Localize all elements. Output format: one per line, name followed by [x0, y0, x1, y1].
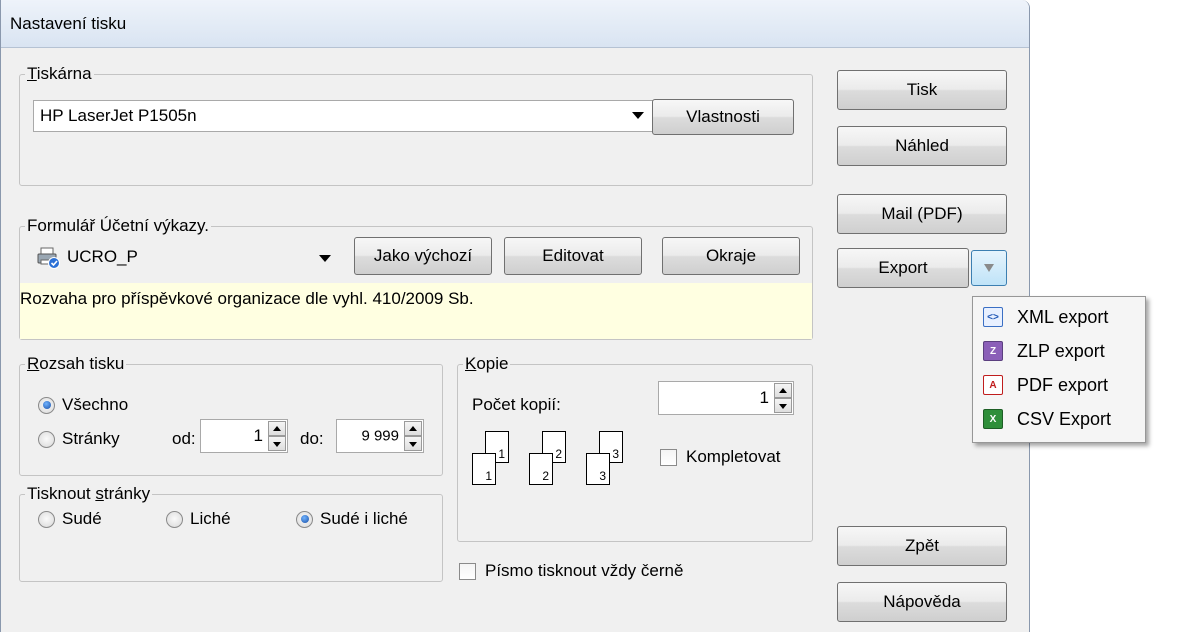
chevron-down-icon[interactable] [319, 255, 331, 262]
range-to-value: 9 999 [361, 427, 399, 445]
export-menu: <> XML export Z ZLP export A PDF export … [972, 296, 1146, 443]
spin-up-icon[interactable] [268, 421, 286, 436]
black-font-checkbox[interactable] [459, 563, 476, 580]
range-to-label: do: [300, 429, 324, 448]
pages-both-radio[interactable]: Sudé i liché [296, 509, 408, 529]
print-range-group: Rozsah tisku Všechno Stránky od: 1 do: 9… [19, 354, 443, 476]
spin-down-icon[interactable] [404, 436, 422, 451]
pages-both-label: Sudé i liché [320, 509, 408, 528]
range-to-stepper[interactable]: 9 999 [336, 419, 424, 453]
range-all-radio[interactable]: Všechno [38, 395, 128, 415]
printer-group: Tiskárna HP LaserJet P1505n Vlastnosti [19, 64, 813, 186]
range-pages-label: Stránky [62, 429, 120, 448]
menu-item-label: ZLP export [1017, 340, 1105, 361]
menu-item-pdf-export[interactable]: A PDF export [973, 368, 1145, 402]
export-dropdown-button[interactable] [971, 250, 1007, 286]
print-settings-dialog: Nastavení tisku Tiskárna HP LaserJet P15… [0, 0, 1030, 632]
triangle-down-icon [984, 264, 994, 272]
range-from-stepper[interactable]: 1 [200, 419, 288, 453]
black-font-label: Písmo tisknout vždy černě [485, 561, 684, 580]
collate-label: Kompletovat [686, 447, 781, 466]
radio-unchecked-icon[interactable] [166, 510, 183, 528]
xml-file-icon: <> [983, 307, 1003, 327]
pages-odd-label: Liché [190, 509, 231, 528]
form-description: Rozvaha pro příspěvkové organizace dle v… [20, 283, 812, 339]
form-select[interactable]: UCRO_P [33, 243, 333, 273]
radio-unchecked-icon[interactable] [38, 510, 55, 528]
printer-select-value: HP LaserJet P1505n [40, 106, 197, 125]
print-range-legend: Rozsah tisku [25, 354, 127, 374]
csv-file-icon: X [983, 409, 1003, 429]
window-title: Nastavení tisku [10, 14, 127, 33]
radio-checked-icon[interactable] [38, 396, 55, 414]
printer-form-icon [37, 247, 61, 269]
menu-item-label: PDF export [1017, 374, 1109, 395]
chevron-down-icon[interactable] [632, 112, 644, 119]
copies-legend: Kopie [463, 354, 511, 374]
page-front: 3 [586, 453, 610, 485]
spin-up-icon[interactable] [404, 421, 422, 436]
collate-illustration: 1 1 2 2 3 3 [472, 431, 642, 507]
copies-group: Kopie Počet kopií: 1 1 1 2 2 3 3 Komplet… [457, 354, 813, 542]
printer-properties-button[interactable]: Vlastnosti [652, 99, 794, 135]
copies-count-stepper[interactable]: 1 [658, 381, 794, 415]
form-select-value: UCRO_P [67, 247, 138, 266]
form-group: Formulář Účetní výkazy. UCRO_P Jako vých… [19, 216, 813, 340]
print-pages-legend: Tisknout stránky [25, 484, 153, 504]
form-group-legend: Formulář Účetní výkazy. [25, 216, 212, 236]
page-front: 2 [529, 453, 553, 485]
menu-item-xml-export[interactable]: <> XML export [973, 300, 1145, 334]
edit-form-button[interactable]: Editovat [504, 237, 642, 275]
mail-pdf-button[interactable]: Mail (PDF) [837, 194, 1007, 234]
help-button[interactable]: Nápověda [837, 582, 1007, 622]
pages-even-radio[interactable]: Sudé [38, 509, 102, 529]
menu-item-label: XML export [1017, 306, 1109, 327]
zlp-file-icon: Z [983, 341, 1003, 361]
set-default-button[interactable]: Jako výchozí [354, 237, 492, 275]
pages-odd-radio[interactable]: Liché [166, 509, 231, 529]
print-pages-group: Tisknout stránky Sudé Liché Sudé i liché [19, 484, 443, 582]
pdf-file-icon: A [983, 375, 1003, 395]
export-button[interactable]: Export [837, 248, 969, 288]
collate-checkbox[interactable] [660, 449, 677, 466]
title-bar: Nastavení tisku [1, 0, 1029, 48]
form-description-text: Rozvaha pro příspěvkové organizace dle v… [20, 289, 474, 308]
menu-item-zlp-export[interactable]: Z ZLP export [973, 334, 1145, 368]
range-from-value: 1 [253, 426, 263, 445]
margins-button[interactable]: Okraje [662, 237, 800, 275]
back-button[interactable]: Zpět [837, 526, 1007, 566]
range-from-label: od: [172, 429, 196, 448]
spin-down-icon[interactable] [268, 436, 286, 451]
range-pages-radio[interactable]: Stránky [38, 429, 120, 449]
printer-select[interactable]: HP LaserJet P1505n [33, 100, 655, 132]
spin-down-icon[interactable] [774, 398, 792, 413]
menu-item-label: CSV Export [1017, 408, 1112, 429]
preview-button[interactable]: Náhled [837, 126, 1007, 166]
radio-checked-icon[interactable] [296, 510, 313, 528]
copies-count-value: 1 [759, 388, 769, 407]
page-front: 1 [472, 453, 496, 485]
pages-even-label: Sudé [62, 509, 102, 528]
menu-item-csv-export[interactable]: X CSV Export [973, 402, 1145, 436]
radio-unchecked-icon[interactable] [38, 430, 55, 448]
printer-group-legend: Tiskárna [25, 64, 94, 84]
copies-count-label: Počet kopií: [472, 395, 561, 414]
range-all-label: Všechno [62, 395, 129, 414]
spin-up-icon[interactable] [774, 383, 792, 398]
print-button[interactable]: Tisk [837, 70, 1007, 110]
